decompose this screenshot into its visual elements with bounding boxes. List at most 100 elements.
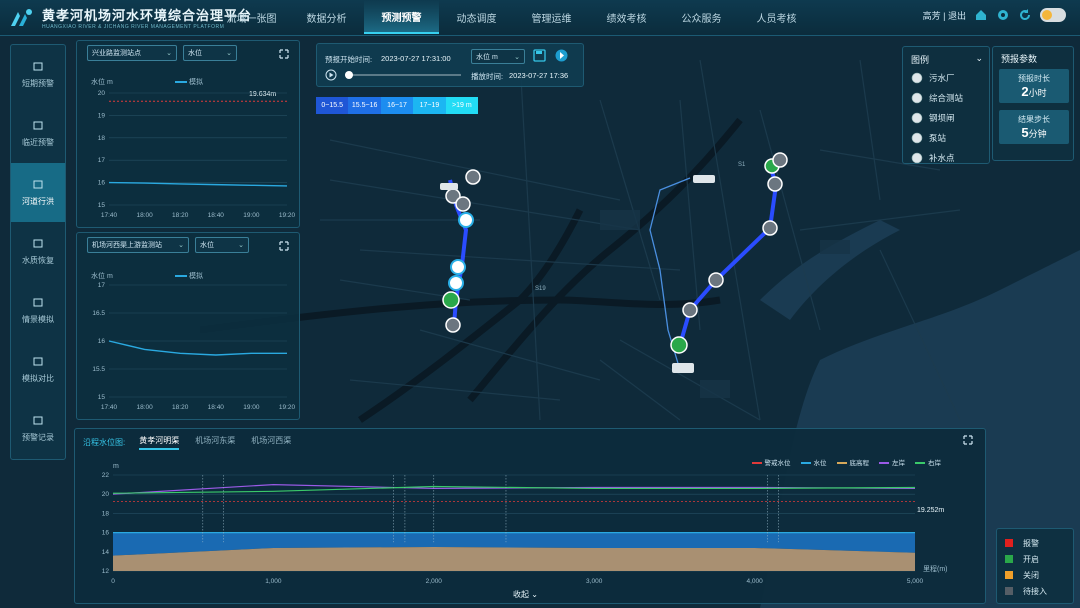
y-tick-label: 18 — [98, 135, 106, 142]
profile-tab[interactable]: 机场河西渠 — [251, 435, 291, 450]
nav-item[interactable]: 流域一张图 — [214, 0, 289, 34]
nav-item[interactable]: 动态调度 — [439, 0, 514, 34]
x-tick-label: 5,000 — [907, 578, 924, 585]
refresh-icon[interactable] — [1018, 8, 1032, 22]
map-marker-water[interactable] — [458, 212, 474, 228]
profile-legend-label: 底高程 — [849, 460, 870, 467]
map-marker-station[interactable] — [762, 220, 778, 236]
legend-item: 钢坝闸 — [903, 108, 989, 128]
chevron-down-icon: ⌄ — [226, 50, 232, 57]
forecast-step-value-wrap: 5分钟 — [1021, 125, 1046, 140]
play-icon[interactable] — [325, 69, 337, 81]
nav-item[interactable]: 管理运维 — [514, 0, 589, 34]
station-select-2[interactable]: 机场河西渠上游监测站 ⌄ — [87, 237, 189, 253]
map-marker-station[interactable] — [772, 152, 788, 168]
map-marker-station[interactable] — [455, 196, 471, 212]
status-item: 报警 — [1005, 535, 1065, 551]
status-legend: 报警开启 关闭 待接入 — [996, 528, 1074, 604]
map-marker-station[interactable] — [682, 302, 698, 318]
station-select-1[interactable]: 兴业路监测站点 ⌄ — [87, 45, 177, 61]
range-legend-item: 16~17 — [380, 97, 414, 114]
metric-select-1[interactable]: 水位 ⌄ — [183, 45, 237, 61]
range-legend-item: >19 m — [445, 97, 479, 114]
x-tick-label: 2,000 — [426, 578, 443, 585]
x-tick-label: 4,000 — [746, 578, 763, 585]
status-item: 关闭 — [1005, 567, 1065, 583]
sidebar-item[interactable]: 水质恢复 — [11, 222, 65, 281]
y-tick-label: 16.5 — [92, 310, 105, 317]
metric-select-2[interactable]: 水位 ⌄ — [195, 237, 249, 253]
station-select-2-value: 机场河西渠上游监测站 — [92, 242, 162, 249]
status-item: 待接入 — [1005, 583, 1065, 599]
run-icon[interactable] — [555, 49, 568, 62]
status-item: 开启 — [1005, 551, 1065, 567]
sidebar-item[interactable]: 临近预警 — [11, 104, 65, 163]
map-marker-gate[interactable] — [445, 317, 461, 333]
nav-item[interactable]: 预测预警 — [364, 0, 439, 34]
y-tick-label: 16 — [98, 180, 106, 187]
sidebar-item[interactable]: 情景模拟 — [11, 281, 65, 340]
x-tick-label: 1,000 — [265, 578, 282, 585]
profile-tab[interactable]: 机场河东渠 — [195, 435, 235, 450]
legend-item: 污水厂 — [903, 68, 989, 88]
chevron-down-icon: ⌄ — [166, 50, 172, 57]
map-marker-water[interactable] — [450, 259, 466, 275]
status-label: 报警 — [1023, 538, 1039, 548]
sidebar-item-icon — [33, 180, 43, 189]
nav-item[interactable]: 绩效考核 — [589, 0, 664, 34]
sidebar-item[interactable]: 短期预警 — [11, 45, 65, 104]
expand-icon[interactable] — [279, 49, 289, 59]
legend-item-icon — [911, 132, 923, 144]
map-marker-station[interactable] — [767, 176, 783, 192]
sidebar-item[interactable]: 河道行洪 — [11, 163, 65, 222]
map-marker-water[interactable] — [448, 275, 464, 291]
map-marker-plant[interactable] — [672, 363, 694, 373]
play-time-label: 播放时间: — [471, 72, 504, 81]
y-tick-label: 16 — [102, 530, 110, 537]
longitudinal-profile-panel: 沿程水位图: 黄孝河明渠 机场河东渠 机场河西渠 警戒水位 水位 底高程 左岸 右岸 m 1… — [74, 428, 986, 604]
map-marker-station-open[interactable] — [670, 336, 688, 354]
legend-item: 综合测站 — [903, 88, 989, 108]
user-name[interactable]: 高芳 | 退出 — [923, 9, 966, 22]
y-tick-label: 15 — [98, 394, 106, 401]
profile-legend-swatch — [751, 462, 762, 465]
theme-toggle[interactable] — [1040, 8, 1066, 22]
x-tick-label: 17:40 — [101, 212, 118, 219]
home-icon[interactable] — [974, 8, 988, 22]
profile-legend-swatch — [836, 462, 847, 465]
timeline-handle[interactable] — [345, 71, 353, 79]
save-icon[interactable] — [533, 49, 546, 62]
y-tick-label: 15.5 — [92, 366, 105, 373]
param-select[interactable]: 水位 m ⌄ — [471, 49, 525, 64]
x-tick-label: 19:20 — [279, 212, 295, 219]
profile-legend-label: 水位 — [813, 460, 827, 467]
legend-item-icon — [911, 112, 923, 124]
chevron-down-icon: ⌄ — [514, 53, 520, 61]
top-bar: 黄孝河机场河水环境综合治理平台 HUANGXIAO RIVER & JICHAN… — [0, 0, 1080, 36]
forecast-duration-value-wrap: 2小时 — [1021, 84, 1046, 99]
map-marker-plant[interactable] — [440, 183, 458, 190]
sidebar-item[interactable]: 模拟对比 — [11, 340, 65, 399]
collapse-button[interactable]: 收起 ⌄ — [513, 589, 538, 600]
expand-icon[interactable] — [963, 435, 973, 445]
sidebar-item-label: 情景模拟 — [22, 315, 54, 324]
expand-icon[interactable] — [279, 241, 289, 251]
profile-tab[interactable]: 黄孝河明渠 — [139, 435, 180, 450]
station-select-1-value: 兴业路监测站点 — [92, 50, 141, 57]
map-marker-station[interactable] — [465, 169, 481, 185]
nav-item[interactable]: 人员考核 — [739, 0, 814, 34]
profile-header: 沿程水位图: — [83, 438, 126, 447]
logout-link[interactable]: 退出 — [948, 11, 966, 21]
nav-item[interactable]: 数据分析 — [289, 0, 364, 34]
timeline-slider[interactable] — [345, 71, 461, 79]
sidebar-item-label: 模拟对比 — [22, 374, 54, 383]
settings-gear-icon[interactable] — [996, 8, 1010, 22]
chevron-down-icon[interactable]: ⌄ — [975, 53, 983, 66]
sidebar-item[interactable]: 预警记录 — [11, 399, 65, 458]
chevron-down-icon: ⌄ — [238, 242, 244, 249]
nav-item[interactable]: 公众服务 — [664, 0, 739, 34]
map-marker-plant[interactable] — [693, 175, 715, 183]
map-marker-pump[interactable] — [708, 272, 724, 288]
map-marker-gate-open[interactable] — [442, 291, 460, 309]
forecast-control: 预报开始时间: 2023-07-27 17:31:00 水位 m ⌄ 播放时间: … — [316, 43, 584, 87]
